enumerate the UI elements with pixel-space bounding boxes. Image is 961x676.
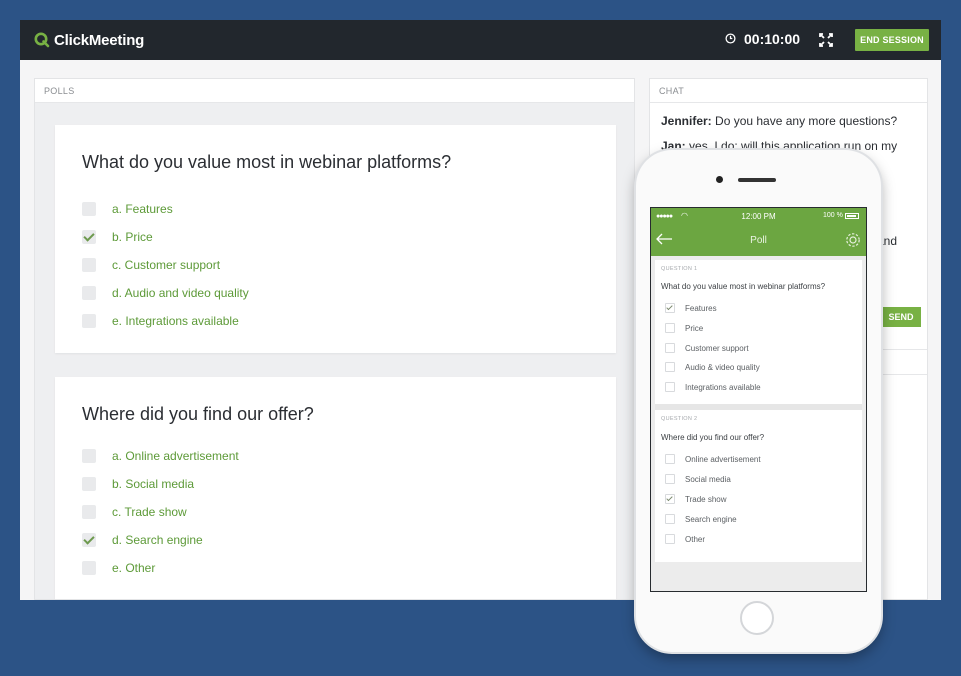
checkbox[interactable] xyxy=(82,505,96,519)
phone-poll-option[interactable]: Features xyxy=(665,302,717,314)
phone-question-title: Where did you find our offer? xyxy=(661,433,765,442)
phone-nav-bar: Poll xyxy=(651,226,866,256)
poll-option-label: b. Social media xyxy=(112,477,195,491)
phone-option-label: Customer support xyxy=(685,343,749,353)
phone-option-label: Online advertisement xyxy=(685,454,761,464)
end-session-button[interactable]: END SESSION xyxy=(855,29,929,51)
poll-option[interactable]: e. Integrations available xyxy=(82,313,239,329)
poll-option-label: a. Features xyxy=(112,202,173,216)
phone-question-title: What do you value most in webinar platfo… xyxy=(661,282,826,291)
checkbox[interactable] xyxy=(82,561,96,575)
phone-screen: ●●●●● ◠ 12:00 PM 100 % Poll QUESTION 1 W… xyxy=(650,207,867,592)
phone-camera xyxy=(716,176,723,183)
poll-question-card: What do you value most in webinar platfo… xyxy=(55,125,616,353)
phone-poll-option[interactable]: Customer support xyxy=(665,342,749,354)
poll-option[interactable]: a. Online advertisement xyxy=(82,448,239,464)
checkbox[interactable] xyxy=(665,323,675,333)
poll-option-label: a. Online advertisement xyxy=(112,449,239,463)
poll-option-label: b. Price xyxy=(112,230,153,244)
poll-option[interactable]: b. Social media xyxy=(82,476,194,492)
chat-message: Jennifer: Do you have any more questions… xyxy=(661,114,897,128)
phone-status-bar: ●●●●● ◠ 12:00 PM 100 % xyxy=(651,208,866,226)
battery-icon xyxy=(845,213,859,219)
checkbox-checked[interactable] xyxy=(82,533,96,547)
top-bar: ClickMeeting 00:10:00 END SESSION xyxy=(20,20,941,60)
phone-option-label: Audio & video quality xyxy=(685,362,760,372)
phone-question-card: QUESTION 2 Where did you find our offer?… xyxy=(655,410,862,562)
phone-option-label: Integrations available xyxy=(685,382,761,392)
checkbox[interactable] xyxy=(82,449,96,463)
phone-question-label: QUESTION 1 xyxy=(661,266,698,272)
checkbox[interactable] xyxy=(82,258,96,272)
poll-option-label: c. Customer support xyxy=(112,258,221,272)
chat-author: Jennifer: xyxy=(661,114,712,128)
phone-poll-option[interactable]: Integrations available xyxy=(665,381,761,393)
chat-panel-label: CHAT xyxy=(650,79,927,103)
fullscreen-icon[interactable] xyxy=(818,32,834,53)
phone-poll-option[interactable]: Search engine xyxy=(665,513,737,525)
brand-name: ClickMeeting xyxy=(54,31,145,49)
chat-text: Do you have any more questions? xyxy=(715,114,898,128)
send-button[interactable]: SEND xyxy=(881,307,921,327)
checkbox[interactable] xyxy=(82,286,96,300)
poll-option-label: c. Trade show xyxy=(112,505,187,519)
session-timer: 00:10:00 xyxy=(725,31,800,47)
checkbox[interactable] xyxy=(82,202,96,216)
poll-question-title: Where did you find our offer? xyxy=(82,404,314,424)
poll-option[interactable]: c. Customer support xyxy=(82,257,220,273)
polls-panel: POLLS What do you value most in webinar … xyxy=(34,78,635,600)
phone-poll-option[interactable]: Audio & video quality xyxy=(665,361,760,373)
clickmeeting-logo-icon xyxy=(34,32,50,48)
phone-question-card: QUESTION 1 What do you value most in web… xyxy=(655,260,862,404)
phone-poll-option[interactable]: Price xyxy=(665,322,703,334)
poll-option[interactable]: d. Audio and video quality xyxy=(82,285,249,301)
checkbox[interactable] xyxy=(82,477,96,491)
checkbox[interactable] xyxy=(665,362,675,372)
timer-value: 00:10:00 xyxy=(744,31,801,47)
phone-option-label: Trade show xyxy=(685,494,727,504)
poll-question-card: Where did you find our offer? a. Online … xyxy=(55,377,616,599)
settings-gear-icon[interactable] xyxy=(844,231,862,254)
checkbox[interactable] xyxy=(665,382,675,392)
checkbox-checked[interactable] xyxy=(665,494,675,504)
phone-poll-option[interactable]: Social media xyxy=(665,473,731,485)
polls-panel-label: POLLS xyxy=(35,79,634,103)
checkbox[interactable] xyxy=(665,454,675,464)
phone-option-label: Other xyxy=(685,534,706,544)
phone-question-label: QUESTION 2 xyxy=(661,416,698,422)
checkbox[interactable] xyxy=(665,534,675,544)
poll-option-label: e. Integrations available xyxy=(112,314,239,328)
phone-poll-option[interactable]: Online advertisement xyxy=(665,453,761,465)
poll-question-title: What do you value most in webinar platfo… xyxy=(82,152,452,172)
checkbox[interactable] xyxy=(665,514,675,524)
poll-option[interactable]: a. Features xyxy=(82,201,173,217)
poll-option-label: d. Audio and video quality xyxy=(112,286,249,300)
poll-option-label: e. Other xyxy=(112,561,156,575)
phone-nav-title: Poll xyxy=(750,235,767,246)
clock-icon xyxy=(725,31,744,47)
poll-option[interactable]: b. Price xyxy=(82,229,153,245)
divider xyxy=(880,349,927,350)
phone-option-label: Features xyxy=(685,303,717,313)
checkbox-checked[interactable] xyxy=(82,230,96,244)
battery-percent: 100 % xyxy=(823,212,843,219)
checkbox[interactable] xyxy=(665,474,675,484)
checkbox[interactable] xyxy=(665,343,675,353)
phone-option-label: Search engine xyxy=(685,514,737,524)
phone-speaker xyxy=(738,178,776,182)
poll-option[interactable]: e. Other xyxy=(82,560,155,576)
poll-option[interactable]: d. Search engine xyxy=(82,532,203,548)
poll-option-label: d. Search engine xyxy=(112,533,203,547)
checkbox[interactable] xyxy=(82,314,96,328)
phone-option-label: Price xyxy=(685,323,704,333)
phone-mockup: ●●●●● ◠ 12:00 PM 100 % Poll QUESTION 1 W… xyxy=(636,150,881,652)
brand-logo: ClickMeeting xyxy=(34,30,144,50)
checkbox-checked[interactable] xyxy=(665,303,675,313)
phone-option-label: Social media xyxy=(685,474,731,484)
phone-poll-option[interactable]: Other xyxy=(665,533,705,545)
phone-poll-option[interactable]: Trade show xyxy=(665,493,727,505)
phone-home-button[interactable] xyxy=(740,601,774,635)
poll-option[interactable]: c. Trade show xyxy=(82,504,187,520)
divider xyxy=(880,374,927,375)
